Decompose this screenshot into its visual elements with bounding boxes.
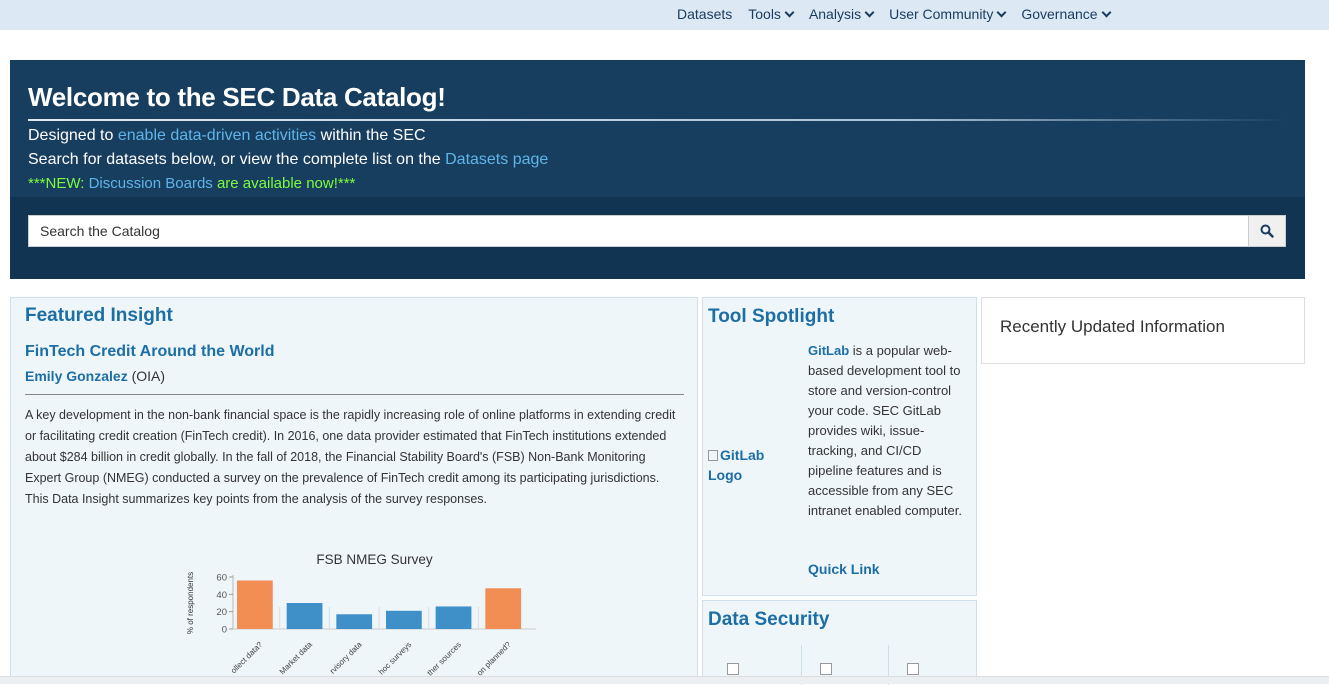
nav-tools[interactable]: Tools [748, 6, 795, 22]
title-divider [28, 119, 1288, 121]
nav-datasets-label: Datasets [677, 6, 733, 22]
discussion-boards-link[interactable]: Discussion Boards [89, 175, 213, 192]
page-title: Welcome to the SEC Data Catalog! [28, 82, 446, 112]
x-tick-label: ollect data? [229, 640, 265, 676]
chevron-down-icon [1101, 7, 1112, 17]
bar-0 [237, 580, 273, 629]
featured-insight-panel: Featured Insight FinTech Credit Around t… [10, 297, 698, 684]
broken-image-icon [907, 663, 919, 675]
nav-analysis-label: Analysis [808, 6, 862, 22]
hero-line-1-pre: Designed to [28, 127, 118, 144]
nav-tools-label: Tools [748, 6, 781, 22]
search-icon [1260, 224, 1274, 238]
bar-1 [286, 603, 323, 629]
data-security-panel: Data Security [702, 600, 977, 685]
search-band [10, 197, 1305, 279]
data-security-heading: Data Security [708, 609, 830, 630]
featured-insight-heading: Featured Insight [25, 305, 173, 326]
tool-description: GitLab is a popular web-based developmen… [808, 341, 968, 521]
broken-image-icon [727, 663, 739, 675]
search-button[interactable] [1248, 215, 1286, 247]
top-nav: Datasets Tools Analysis User Community G… [0, 0, 1329, 30]
y-axis-label: % of respondents [186, 572, 195, 634]
chart-title: FSB NMEG Survey [316, 552, 433, 567]
bar-5 [485, 588, 522, 629]
quick-link[interactable]: Quick Link [808, 561, 880, 577]
tool-spotlight-panel: Tool Spotlight GitLab Logo GitLab is a p… [702, 297, 977, 596]
bar-3 [386, 610, 422, 629]
recently-updated-panel: Recently Updated Information [981, 297, 1305, 364]
gitlab-logo: GitLab Logo [708, 445, 788, 485]
x-tick-label: hoc surveys [377, 640, 414, 677]
nav-governance-label: Governance [1021, 6, 1098, 22]
chevron-down-icon [996, 7, 1007, 17]
y-tick-label: 0 [222, 625, 227, 636]
chevron-down-icon [784, 7, 795, 17]
nav-user-community[interactable]: User Community [889, 6, 1007, 22]
bar-4 [435, 606, 472, 629]
broken-image-icon [820, 663, 832, 675]
x-tick-label: on planned? [475, 640, 513, 678]
bar-2 [336, 614, 373, 629]
chevron-down-icon [864, 7, 875, 17]
article-title-link[interactable]: FinTech Credit Around the World [25, 343, 274, 361]
tool-description-text: is a popular web-based development tool … [808, 343, 962, 518]
nav-analysis[interactable]: Analysis [808, 6, 875, 22]
x-tick-label: Market data [278, 640, 315, 677]
search-input[interactable] [28, 215, 1249, 247]
y-tick-label: 60 [216, 573, 227, 584]
hero-line-2-pre: Search for datasets below, or view the c… [28, 151, 446, 168]
recently-updated-heading: Recently Updated Information [1000, 317, 1225, 336]
article-divider [25, 394, 684, 395]
nav-governance[interactable]: Governance [1021, 6, 1112, 22]
horizontal-scrollbar[interactable] [0, 676, 1329, 684]
enable-data-driven-link[interactable]: enable data-driven activities [118, 127, 316, 144]
nav-datasets[interactable]: Datasets [677, 6, 732, 22]
x-tick-label: rvisory data [328, 640, 364, 676]
nav-links: Datasets Tools Analysis User Community G… [677, 6, 1126, 22]
author-name-link[interactable]: Emily Gonzalez [25, 368, 128, 384]
y-tick-label: 20 [216, 607, 227, 618]
hero-line-3-post: are available now!*** [212, 175, 356, 192]
hero-banner: Welcome to the SEC Data Catalog! Designe… [10, 60, 1305, 279]
author-org: (OIA) [127, 368, 166, 384]
hero-line-1: Designed to enable data-driven activitie… [28, 127, 426, 145]
y-tick-label: 40 [216, 590, 227, 601]
gitlab-link[interactable]: GitLab [808, 343, 849, 358]
hero-line-2: Search for datasets below, or view the c… [28, 151, 548, 169]
hero-line-3-pre: ***NEW: [28, 175, 89, 192]
datasets-page-link[interactable]: Datasets page [445, 151, 548, 168]
fsb-survey-chart: FSB NMEG Survey % of respondents 0 20 40 60 ol… [186, 552, 536, 678]
article-author: Emily Gonzalez (OIA) [25, 368, 165, 384]
x-tick-label: ther sources [425, 640, 462, 677]
tool-spotlight-heading: Tool Spotlight [708, 306, 835, 327]
hero-line-1-post: within the SEC [316, 127, 426, 144]
nav-user-community-label: User Community [889, 6, 994, 22]
article-summary: A key development in the non-bank financ… [25, 408, 676, 506]
broken-image-icon [708, 450, 718, 461]
hero-line-3: ***NEW: Discussion Boards are available … [28, 175, 355, 192]
